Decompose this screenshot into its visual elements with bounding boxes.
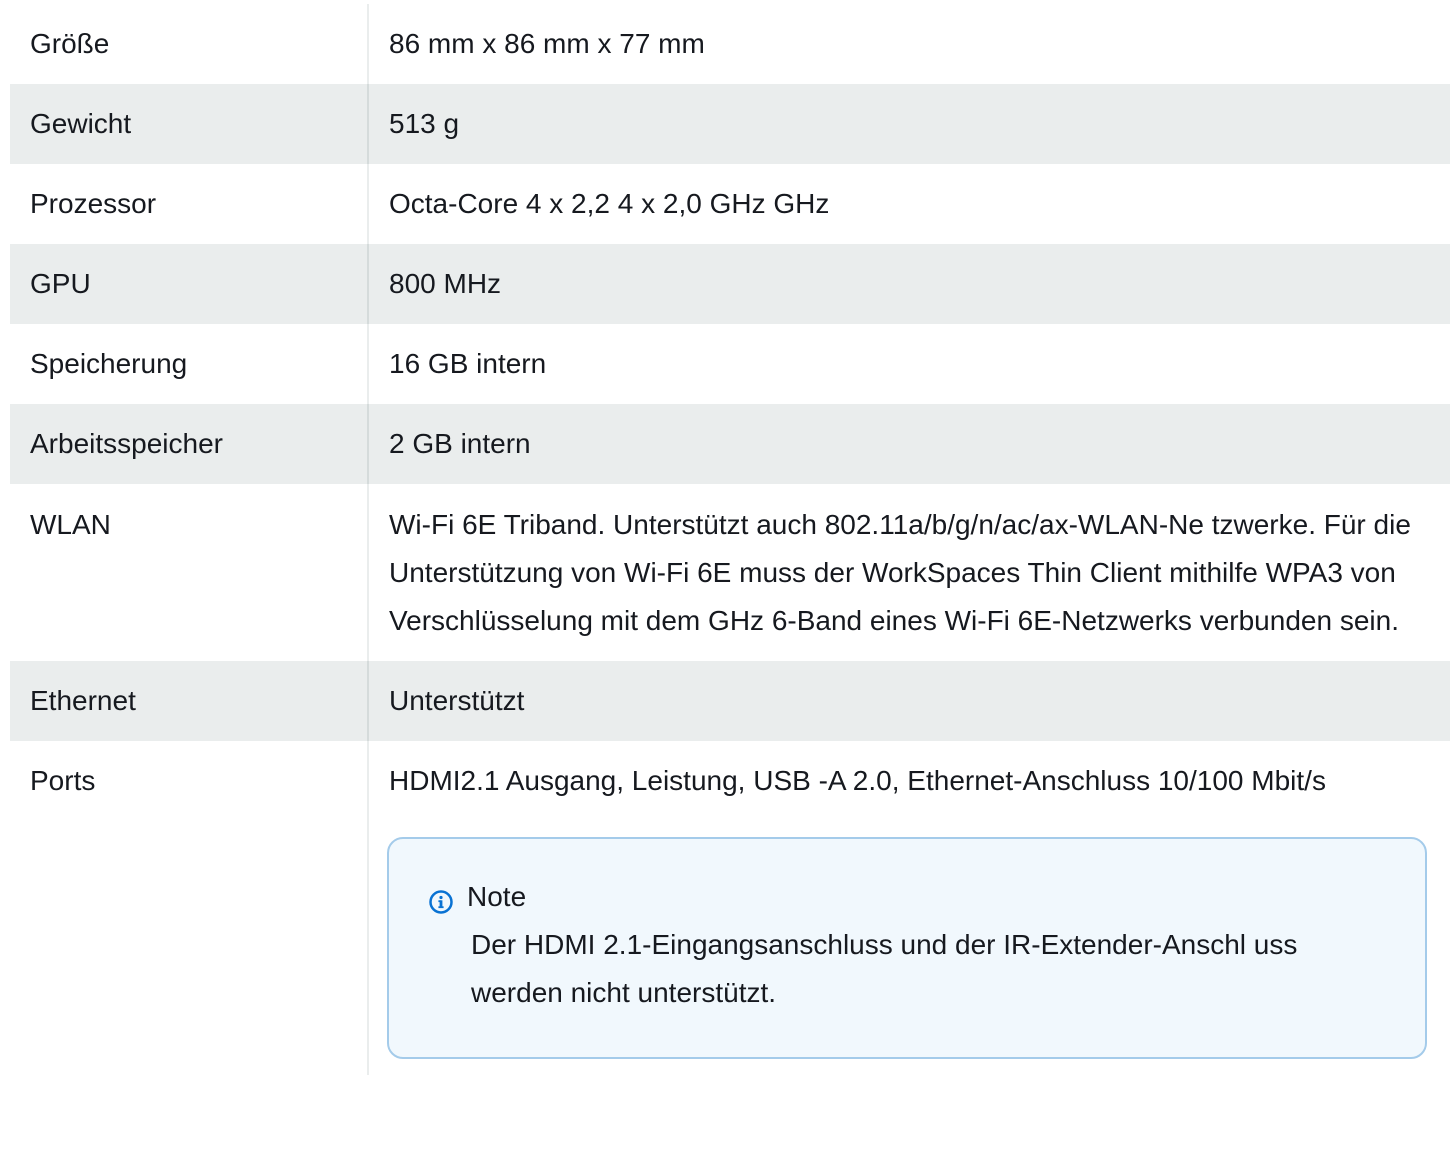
spec-value-size: 86 mm x 86 mm x 77 mm (389, 28, 705, 59)
spec-label-ethernet: Ethernet (10, 661, 369, 741)
spec-value-ports: HDMI2.1 Ausgang, Leistung, USB -A 2.0, E… (389, 765, 1326, 796)
table-row: Arbeitsspeicher 2 GB intern (10, 404, 1450, 484)
note-body: Der HDMI 2.1-Eingangsanschluss und der I… (471, 929, 1298, 1008)
spec-label-memory: Arbeitsspeicher (10, 404, 369, 484)
spec-label-ports: Ports (10, 741, 369, 1075)
specifications-table: Größe 86 mm x 86 mm x 77 mm Gewicht 513 … (10, 4, 1450, 1075)
spec-value-weight: 513 g (368, 84, 1450, 164)
note-header: Note (429, 877, 1385, 917)
spec-label-size: Größe (10, 4, 369, 84)
spec-label-weight: Gewicht (10, 84, 369, 164)
table-row: Ethernet Unterstützt (10, 661, 1450, 741)
table-row: WLAN Wi-Fi 6E Triband. Unterstützt auch … (10, 484, 1450, 661)
spec-value-ports-cell: HDMI2.1 Ausgang, Leistung, USB -A 2.0, E… (368, 741, 1450, 1075)
spec-label-storage: Speicherung (10, 324, 369, 404)
spec-value-wlan: Wi-Fi 6E Triband. Unterstützt auch 802.1… (389, 509, 1411, 636)
table-row: Prozessor Octa-Core 4 x 2,2 4 x 2,0 GHz … (10, 164, 1450, 244)
info-icon (429, 885, 453, 914)
spec-label-gpu: GPU (10, 244, 369, 324)
spec-label-wlan: WLAN (10, 484, 369, 661)
spec-value-ethernet: Unterstützt (368, 661, 1450, 741)
spec-label-processor: Prozessor (10, 164, 369, 244)
spec-value-storage: 16 GB intern (389, 348, 547, 379)
spec-value-memory: 2 GB intern (368, 404, 1450, 484)
table-row: GPU 800 MHz (10, 244, 1450, 324)
spec-value-gpu: 800 MHz (368, 244, 1450, 324)
table-row: Größe 86 mm x 86 mm x 77 mm (10, 4, 1450, 84)
table-row: Speicherung 16 GB intern (10, 324, 1450, 404)
spec-value-processor: Octa-Core 4 x 2,2 4 x 2,0 GHz GHz (389, 188, 830, 219)
table-row: Gewicht 513 g (10, 84, 1450, 164)
table-row: Ports HDMI2.1 Ausgang, Leistung, USB -A … (10, 741, 1450, 1075)
note-title: Note (467, 881, 527, 912)
note-callout: Note Der HDMI 2.1-Eingangsanschluss und … (387, 837, 1427, 1059)
